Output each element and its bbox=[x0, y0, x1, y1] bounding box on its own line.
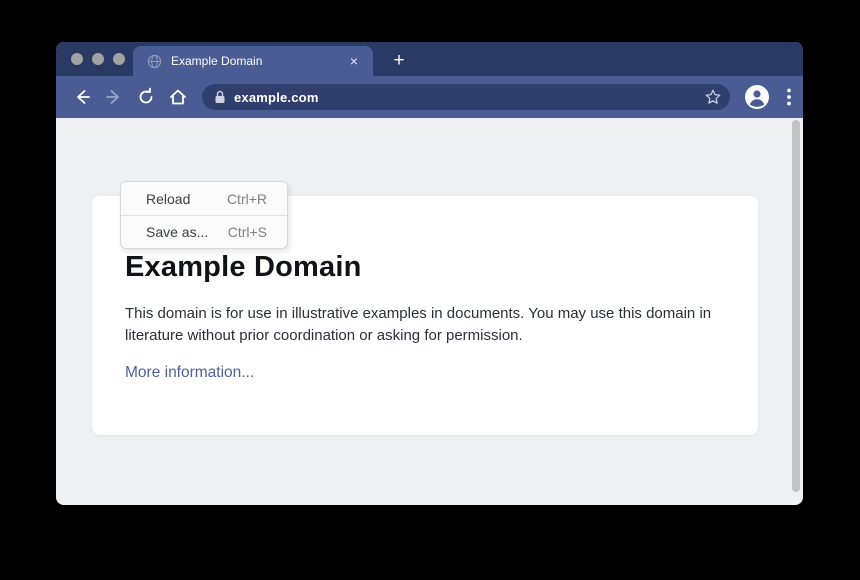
page-content: Example Domain This domain is for use in… bbox=[56, 118, 803, 505]
lock-icon bbox=[214, 90, 226, 104]
page-title: Example Domain bbox=[125, 251, 725, 284]
minimize-window-button[interactable] bbox=[92, 53, 104, 65]
tab-close-icon[interactable]: × bbox=[345, 52, 363, 70]
reload-icon bbox=[136, 87, 156, 107]
maximize-window-button[interactable] bbox=[113, 53, 125, 65]
menu-item-label: Reload bbox=[146, 191, 190, 207]
traffic-lights bbox=[71, 42, 125, 76]
address-bar[interactable]: example.com bbox=[202, 84, 730, 110]
reload-button[interactable] bbox=[132, 83, 160, 111]
menu-item-shortcut: Ctrl+S bbox=[228, 224, 267, 240]
profile-avatar-button[interactable] bbox=[744, 84, 770, 110]
context-menu-item-reload[interactable]: Reload Ctrl+R bbox=[121, 182, 287, 215]
bookmark-star-icon[interactable] bbox=[704, 88, 722, 106]
tab-example-domain[interactable]: Example Domain × bbox=[133, 46, 373, 76]
url-text[interactable]: example.com bbox=[234, 90, 704, 105]
navigation-toolbar: example.com bbox=[56, 76, 803, 118]
more-information-link[interactable]: More information... bbox=[125, 364, 254, 382]
close-window-button[interactable] bbox=[71, 53, 83, 65]
vertical-scrollbar[interactable] bbox=[792, 120, 800, 492]
home-button[interactable] bbox=[164, 83, 192, 111]
browser-window: Example Domain × + bbox=[56, 42, 803, 505]
three-dots-vertical-icon bbox=[787, 88, 791, 106]
menu-item-label: Save as... bbox=[146, 224, 208, 240]
arrow-right-icon bbox=[104, 87, 124, 107]
forward-button[interactable] bbox=[100, 83, 128, 111]
new-tab-button[interactable]: + bbox=[384, 46, 414, 76]
context-menu-item-save-as[interactable]: Save as... Ctrl+S bbox=[121, 215, 287, 248]
context-menu: Reload Ctrl+R Save as... Ctrl+S bbox=[120, 181, 288, 249]
page-body-text: This domain is for use in illustrative e… bbox=[125, 303, 717, 347]
back-button[interactable] bbox=[68, 83, 96, 111]
home-icon bbox=[168, 87, 188, 107]
menu-item-shortcut: Ctrl+R bbox=[227, 191, 267, 207]
arrow-left-icon bbox=[72, 87, 92, 107]
tab-title: Example Domain bbox=[171, 54, 345, 68]
avatar-icon bbox=[744, 84, 770, 110]
globe-favicon-icon bbox=[147, 54, 162, 69]
browser-menu-button[interactable] bbox=[779, 84, 799, 110]
titlebar: Example Domain × + bbox=[56, 42, 803, 76]
